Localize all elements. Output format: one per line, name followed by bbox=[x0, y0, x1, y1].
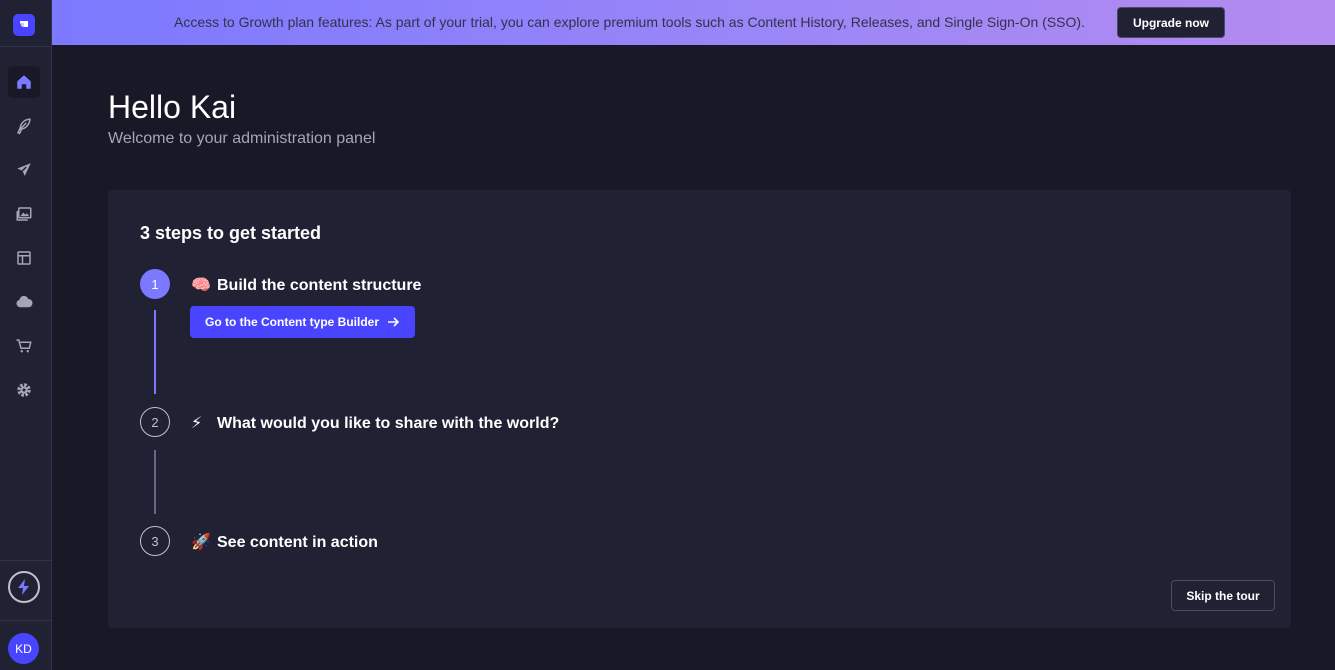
sidebar-divider bbox=[0, 560, 52, 561]
banner-text: Access to Growth plan features: As part … bbox=[174, 14, 1085, 30]
step-label-3: See content in action bbox=[217, 534, 378, 551]
strapi-logo-icon[interactable] bbox=[13, 14, 35, 36]
brain-icon: 🧠 bbox=[191, 277, 211, 294]
avatar[interactable]: KD bbox=[8, 633, 39, 664]
page-subtitle: Welcome to your administration panel bbox=[108, 130, 376, 147]
sidebar-item-content-type-builder[interactable] bbox=[8, 242, 40, 274]
step-label-2: What would you like to share with the wo… bbox=[217, 415, 560, 432]
feather-icon bbox=[17, 118, 31, 135]
page-title: Hello Kai bbox=[108, 89, 237, 125]
skip-tour-button[interactable]: Skip the tour bbox=[1171, 580, 1275, 611]
step-title-2: ⚡ What would you like to share with the w… bbox=[191, 413, 559, 433]
content-type-builder-button[interactable]: Go to the Content type Builder bbox=[190, 306, 415, 338]
sidebar-item-releases[interactable] bbox=[8, 154, 40, 186]
guided-tour-card: 3 steps to get started 1 🧠 Build the cont… bbox=[108, 190, 1291, 628]
step-number-2: 2 bbox=[140, 407, 170, 437]
app-root: KD Access to Growth plan features: As pa… bbox=[0, 0, 1335, 670]
trial-banner: Access to Growth plan features: As part … bbox=[52, 0, 1335, 45]
sidebar-item-settings[interactable] bbox=[8, 374, 40, 406]
step-label-1: Build the content structure bbox=[217, 277, 422, 294]
sidebar-item-content-manager[interactable] bbox=[8, 110, 40, 142]
step-number-3: 3 bbox=[140, 526, 170, 556]
guided-tour-title: 3 steps to get started bbox=[140, 223, 322, 243]
growth-plan-button[interactable] bbox=[8, 571, 40, 603]
images-icon bbox=[16, 207, 32, 221]
rocket-icon: 🚀 bbox=[191, 534, 211, 551]
step-connector-2 bbox=[154, 450, 156, 514]
home-icon bbox=[17, 75, 31, 89]
sidebar-divider bbox=[0, 46, 52, 47]
content-type-builder-label: Go to the Content type Builder bbox=[205, 315, 379, 329]
cloud-icon bbox=[16, 295, 33, 308]
arrow-right-icon bbox=[388, 317, 400, 327]
shopping-cart-icon bbox=[16, 339, 32, 353]
sidebar-item-marketplace[interactable] bbox=[8, 330, 40, 362]
step-title-3: 🚀 See content in action bbox=[191, 532, 378, 552]
step-title-1: 🧠 Build the content structure bbox=[191, 275, 421, 295]
sidebar: KD bbox=[0, 0, 52, 670]
step-number-1: 1 bbox=[140, 269, 170, 299]
layout-icon bbox=[17, 251, 31, 265]
step-connector-1 bbox=[154, 310, 156, 394]
sidebar-divider bbox=[0, 620, 52, 621]
sidebar-item-media-library[interactable] bbox=[8, 198, 40, 230]
gear-icon bbox=[17, 383, 31, 397]
paper-plane-icon bbox=[17, 163, 31, 176]
upgrade-now-button[interactable]: Upgrade now bbox=[1117, 7, 1225, 38]
sidebar-item-deploy[interactable] bbox=[8, 286, 40, 318]
lightning-icon bbox=[18, 579, 29, 595]
lightning-emoji-icon: ⚡ bbox=[191, 415, 203, 432]
sidebar-item-home[interactable] bbox=[8, 66, 40, 98]
